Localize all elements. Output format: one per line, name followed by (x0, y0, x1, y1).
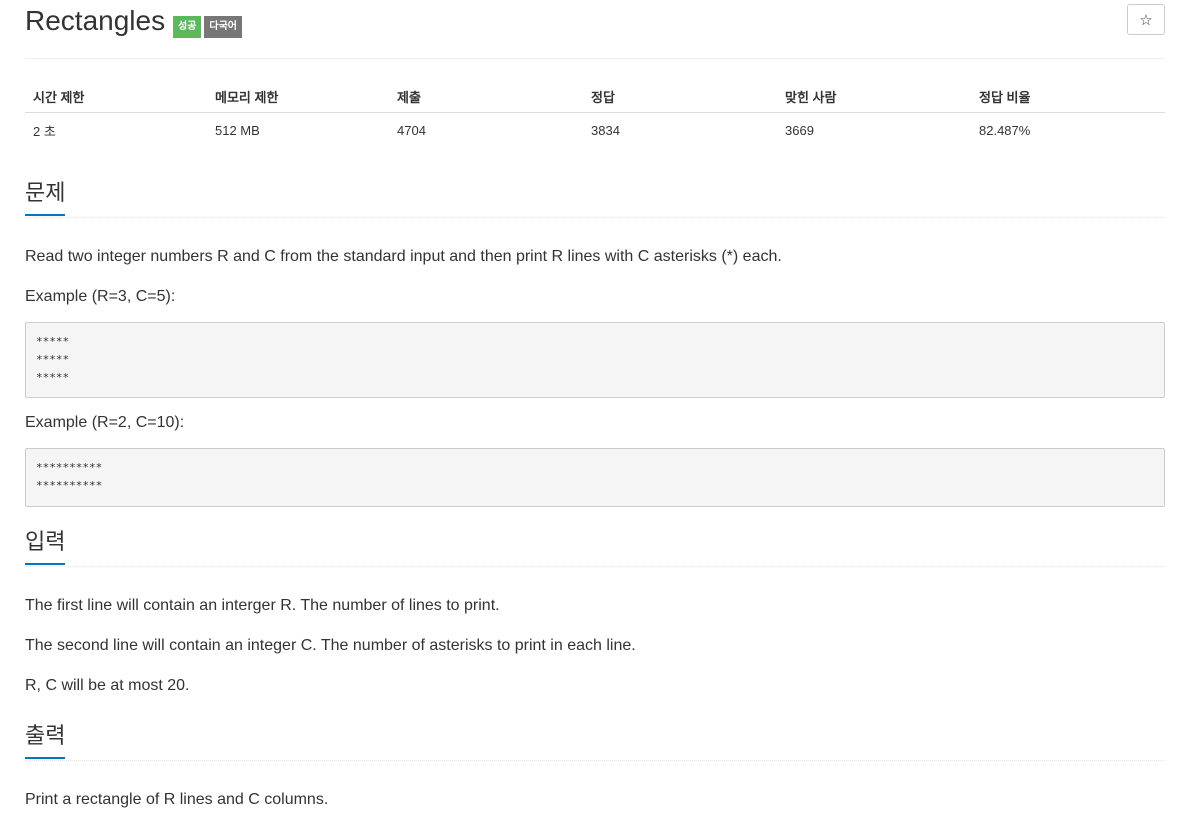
value-ratio: 82.487% (979, 123, 1031, 138)
value-submissions[interactable]: 4704 (389, 112, 583, 149)
input-heading: 입력 (25, 528, 66, 565)
value-accepted[interactable]: 3834 (583, 112, 777, 149)
problem-title: Rectangles (25, 5, 166, 36)
problem-badges: 성공 다국어 (173, 16, 243, 38)
favorite-button[interactable]: ☆ (1127, 4, 1165, 35)
output-section-heading: 출력 (25, 722, 1165, 761)
header-memory-limit: 메모리 제한 (207, 79, 389, 113)
header-ratio: 정답 비율 (971, 79, 1165, 113)
value-time-limit: 2 초 (33, 124, 56, 139)
input-line-2: The second line will contain an integer … (25, 637, 636, 654)
output-heading: 출력 (25, 722, 66, 759)
example2-code: ********** ********** (25, 448, 1165, 507)
success-badge[interactable]: 성공 (173, 16, 202, 38)
problem-description: Read two integer numbers R and C from th… (25, 248, 782, 265)
header-accepted: 정답 (583, 79, 777, 113)
example1-label: Example (R=3, C=5): (25, 288, 176, 305)
value-solvers[interactable]: 3669 (777, 112, 971, 149)
problem-page: Rectangles 성공 다국어 ☆ 시간 제한 메모리 제한 제출 정답 맞… (25, 0, 1165, 808)
info-header-row: 시간 제한 메모리 제한 제출 정답 맞힌 사람 정답 비율 (25, 79, 1165, 113)
example1-code: ***** ***** ***** (25, 322, 1165, 398)
problem-info-table: 시간 제한 메모리 제한 제출 정답 맞힌 사람 정답 비율 2 초 512 M… (25, 79, 1165, 149)
input-section-heading: 입력 (25, 528, 1165, 567)
info-value-row: 2 초 512 MB 4704 3834 3669 82.487% (25, 112, 1165, 149)
multilang-badge[interactable]: 다국어 (204, 16, 243, 38)
input-line-1: The first line will contain an interger … (25, 597, 500, 614)
output-description: Print a rectangle of R lines and C colum… (25, 791, 329, 808)
header-solvers: 맞힌 사람 (777, 79, 971, 113)
value-memory-limit: 512 MB (215, 123, 260, 138)
problem-heading: 문제 (25, 179, 66, 216)
problem-header: Rectangles 성공 다국어 ☆ (25, 0, 1165, 59)
input-line-3: R, C will be at most 20. (25, 677, 190, 694)
header-time-limit: 시간 제한 (25, 79, 207, 113)
problem-section-heading: 문제 (25, 179, 1165, 218)
star-icon: ☆ (1139, 11, 1153, 29)
header-submissions: 제출 (389, 79, 583, 113)
example2-label: Example (R=2, C=10): (25, 414, 185, 431)
